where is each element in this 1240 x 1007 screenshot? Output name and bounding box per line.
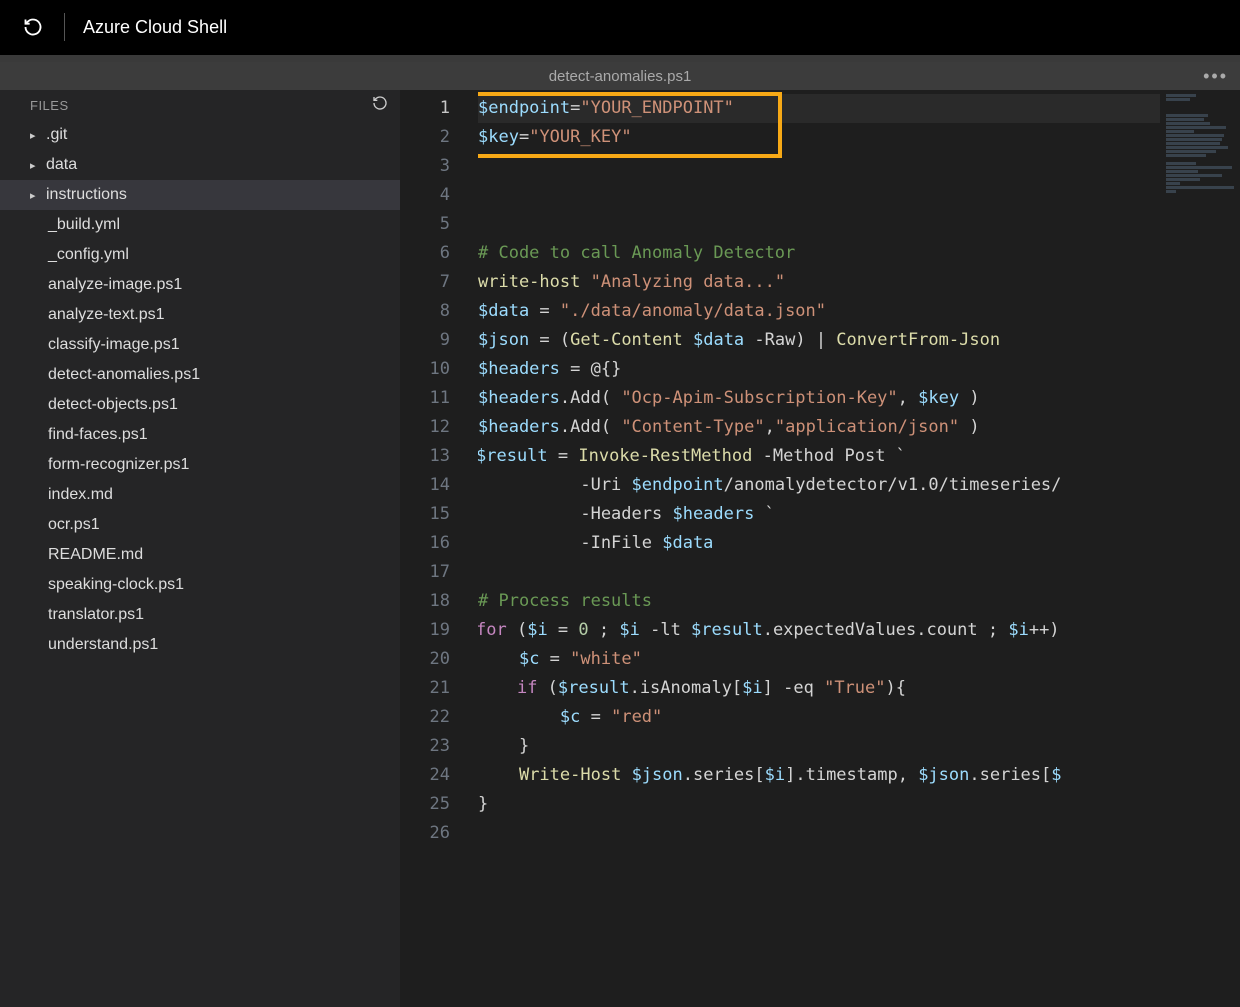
code-line: ▾for ($i = 0 ; $i -lt $result.expectedVa… (478, 616, 1160, 645)
code-line: # Code to call Anomaly Detector (478, 239, 1160, 268)
folder-instructions[interactable]: instructions (0, 180, 400, 210)
file-detect-anomalies[interactable]: detect-anomalies.ps1 (0, 360, 400, 390)
code-line: $headers.Add( "Ocp-Apim-Subscription-Key… (478, 384, 1160, 413)
code-line: -Uri $endpoint/anomalydetector/v1.0/time… (478, 471, 1160, 500)
file-detect-objects[interactable]: detect-objects.ps1 (0, 390, 400, 420)
folder-data[interactable]: data (0, 150, 400, 180)
file-analyze-image[interactable]: analyze-image.ps1 (0, 270, 400, 300)
app-title: Azure Cloud Shell (83, 17, 227, 38)
active-tab-filename[interactable]: detect-anomalies.ps1 (549, 68, 692, 85)
code-content[interactable]: $endpoint="YOUR_ENDPOINT" $key="YOUR_KEY… (478, 90, 1160, 1007)
refresh-icon[interactable] (20, 14, 46, 40)
minimap[interactable] (1160, 90, 1240, 1007)
line-number-gutter: 1234567891011121314151617181920212223242… (400, 90, 478, 1007)
tab-more-icon[interactable]: ••• (1203, 66, 1228, 87)
file-config-yml[interactable]: _config.yml (0, 240, 400, 270)
files-heading-label: FILES (30, 98, 69, 113)
code-line: # Process results (478, 587, 1160, 616)
divider (64, 13, 65, 41)
code-line: ▾ if ($result.isAnomaly[$i] -eq "True"){ (478, 674, 1160, 703)
code-line: -Headers $headers ` (478, 500, 1160, 529)
code-line: ▾$result = Invoke-RestMethod -Method Pos… (478, 442, 1160, 471)
code-line: $headers.Add( "Content-Type","applicatio… (478, 413, 1160, 442)
file-ocr[interactable]: ocr.ps1 (0, 510, 400, 540)
file-analyze-text[interactable]: analyze-text.ps1 (0, 300, 400, 330)
code-line (478, 181, 1160, 210)
main-area: FILES .git data instructions _build.yml … (0, 90, 1240, 1007)
code-line (478, 210, 1160, 239)
file-form-recognizer[interactable]: form-recognizer.ps1 (0, 450, 400, 480)
file-find-faces[interactable]: find-faces.ps1 (0, 420, 400, 450)
code-line: $endpoint="YOUR_ENDPOINT" (478, 94, 1160, 123)
code-line: $data = "./data/anomaly/data.json" (478, 297, 1160, 326)
code-editor[interactable]: 1234567891011121314151617181920212223242… (400, 90, 1240, 1007)
code-line: $json = (Get-Content $data -Raw) | Conve… (478, 326, 1160, 355)
refresh-files-icon[interactable] (372, 95, 388, 116)
code-line: $key="YOUR_KEY" (478, 123, 1160, 152)
file-index-md[interactable]: index.md (0, 480, 400, 510)
file-classify-image[interactable]: classify-image.ps1 (0, 330, 400, 360)
code-line (478, 558, 1160, 587)
code-line: $headers = @{} (478, 355, 1160, 384)
code-line: Write-Host $json.series[$i].timestamp, $… (478, 761, 1160, 790)
code-line (478, 152, 1160, 181)
separator-band (0, 55, 1240, 62)
files-header: FILES (0, 90, 400, 120)
code-line: -InFile $data (478, 529, 1160, 558)
code-line: $c = "white" (478, 645, 1160, 674)
code-line: write-host "Analyzing data..." (478, 268, 1160, 297)
folder-git[interactable]: .git (0, 120, 400, 150)
code-line: } (478, 732, 1160, 761)
file-speaking-clock[interactable]: speaking-clock.ps1 (0, 570, 400, 600)
file-build-yml[interactable]: _build.yml (0, 210, 400, 240)
title-bar: Azure Cloud Shell (0, 0, 1240, 55)
code-line: } (478, 790, 1160, 819)
file-readme[interactable]: README.md (0, 540, 400, 570)
file-understand[interactable]: understand.ps1 (0, 630, 400, 660)
code-line: $c = "red" (478, 703, 1160, 732)
file-translator[interactable]: translator.ps1 (0, 600, 400, 630)
file-explorer: FILES .git data instructions _build.yml … (0, 90, 400, 1007)
code-line (478, 819, 1160, 848)
tab-bar: detect-anomalies.ps1 ••• (0, 62, 1240, 90)
